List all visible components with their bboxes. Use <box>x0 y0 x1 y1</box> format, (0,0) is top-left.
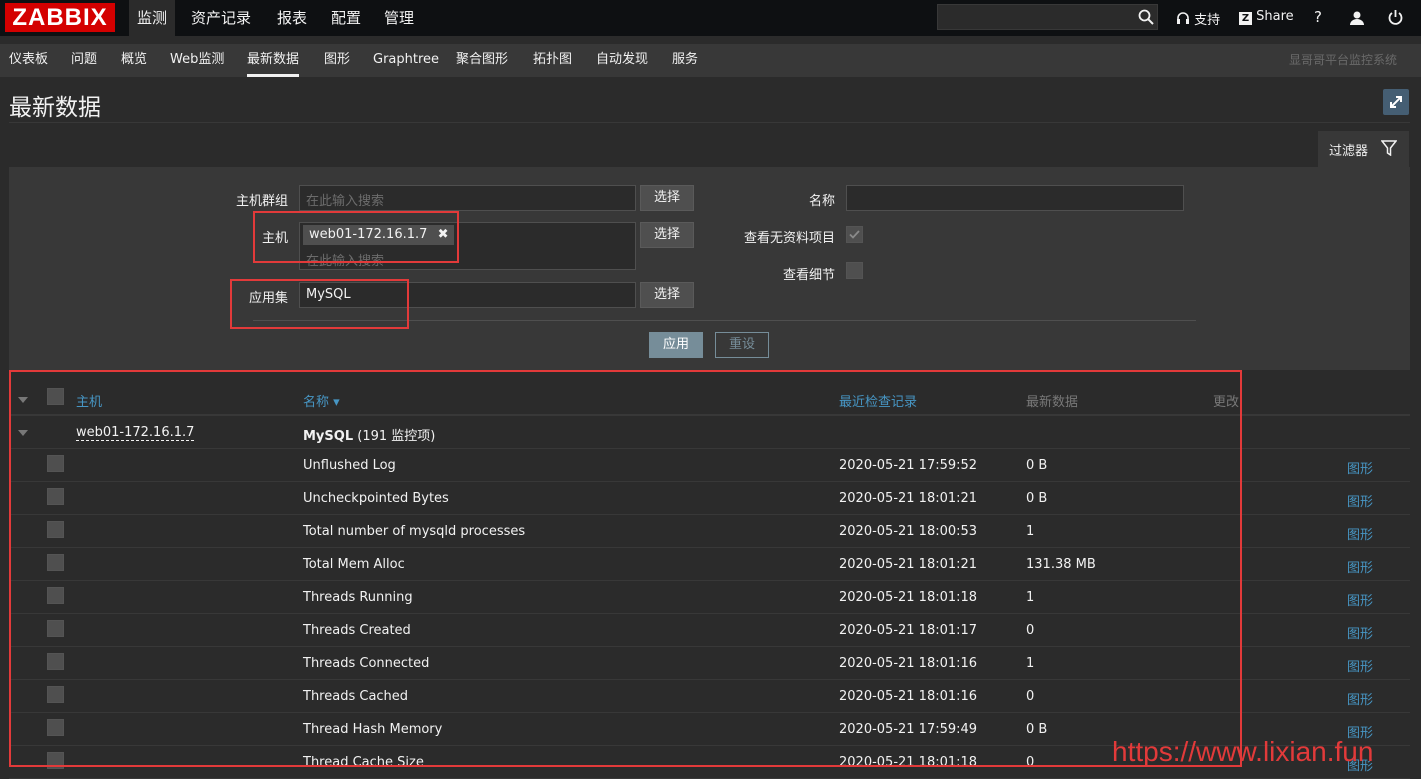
host-group-select-button[interactable]: 选择 <box>640 185 694 211</box>
checkmark-icon <box>849 230 860 239</box>
expand-icon <box>1390 96 1402 108</box>
submenu-graphtree[interactable]: Graphtree <box>373 44 439 77</box>
item-graph-link[interactable]: 图形 <box>1347 458 1373 477</box>
user-profile-icon[interactable] <box>1349 10 1365 26</box>
menu-monitoring[interactable]: 监测 <box>129 0 176 36</box>
item-graph-link[interactable]: 图形 <box>1347 656 1373 675</box>
support-link[interactable]: 支持 <box>1176 9 1220 28</box>
filter-tab-label: 过滤器 <box>1329 144 1369 159</box>
submenu-services[interactable]: 服务 <box>672 44 698 77</box>
filter-tab[interactable]: 过滤器 <box>1318 131 1409 167</box>
host-group-placeholder: 在此输入搜索 <box>306 194 385 209</box>
host-select-button[interactable]: 选择 <box>640 222 694 248</box>
show-no-data-checkbox[interactable] <box>846 226 863 243</box>
item-graph-link[interactable]: 图形 <box>1347 524 1373 543</box>
annotation-box-table <box>9 370 1242 767</box>
annotation-box-application <box>230 279 409 329</box>
submenu-web[interactable]: Web监测 <box>170 44 224 77</box>
submenu-graphs[interactable]: 图形 <box>324 44 350 77</box>
menu-reports[interactable]: 报表 <box>269 0 315 36</box>
submenu-latest-data[interactable]: 最新数据 <box>247 44 300 77</box>
watermark: https://www.lixian.fun <box>1112 736 1374 767</box>
show-details-checkbox[interactable] <box>846 262 863 279</box>
menu-configuration[interactable]: 配置 <box>323 0 369 36</box>
zabbix-logo[interactable]: ZABBIX <box>5 3 115 32</box>
name-label: 名称 <box>808 194 835 209</box>
share-z-icon: Z <box>1239 12 1252 25</box>
share-label: Share <box>1256 9 1294 24</box>
menu-inventory[interactable]: 资产记录 <box>183 0 259 36</box>
show-no-data-label: 查看无资料项目 <box>743 231 835 246</box>
menu-administration[interactable]: 管理 <box>376 0 422 36</box>
submenu-maps[interactable]: 拓扑图 <box>533 44 572 77</box>
funnel-icon <box>1381 140 1397 156</box>
submenu-dashboard[interactable]: 仪表板 <box>9 44 48 77</box>
logout-icon[interactable] <box>1387 9 1404 26</box>
headset-icon <box>1177 12 1189 24</box>
header-divider <box>9 122 1410 123</box>
help-icon[interactable]: ? <box>1314 8 1322 26</box>
support-label: 支持 <box>1194 13 1221 28</box>
submenu-overview[interactable]: 概览 <box>121 44 147 77</box>
apply-button[interactable]: 应用 <box>649 332 703 358</box>
global-search-input[interactable] <box>937 4 1158 30</box>
submenu-discovery[interactable]: 自动发现 <box>596 44 648 77</box>
fullscreen-button[interactable] <box>1383 89 1409 115</box>
item-graph-link[interactable]: 图形 <box>1347 590 1373 609</box>
name-input[interactable] <box>846 185 1184 211</box>
page-title: 最新数据 <box>9 95 101 121</box>
submenu-screens[interactable]: 聚合图形 <box>456 44 508 77</box>
host-group-input[interactable]: 在此输入搜索 <box>299 185 636 211</box>
item-graph-link[interactable]: 图形 <box>1347 557 1373 576</box>
reset-button[interactable]: 重设 <box>715 332 769 358</box>
application-select-button[interactable]: 选择 <box>640 282 694 308</box>
submenu-problems[interactable]: 问题 <box>71 44 97 77</box>
search-icon[interactable] <box>1138 9 1154 25</box>
item-graph-link[interactable]: 图形 <box>1347 689 1373 708</box>
brand-text: 显哥哥平台监控系统 <box>1289 53 1398 67</box>
share-link[interactable]: Z Share <box>1239 9 1294 25</box>
show-details-label: 查看细节 <box>782 268 835 283</box>
item-graph-link[interactable]: 图形 <box>1347 491 1373 510</box>
host-group-label: 主机群组 <box>235 194 288 209</box>
annotation-box-host <box>253 211 459 263</box>
item-graph-link[interactable]: 图形 <box>1347 623 1373 642</box>
